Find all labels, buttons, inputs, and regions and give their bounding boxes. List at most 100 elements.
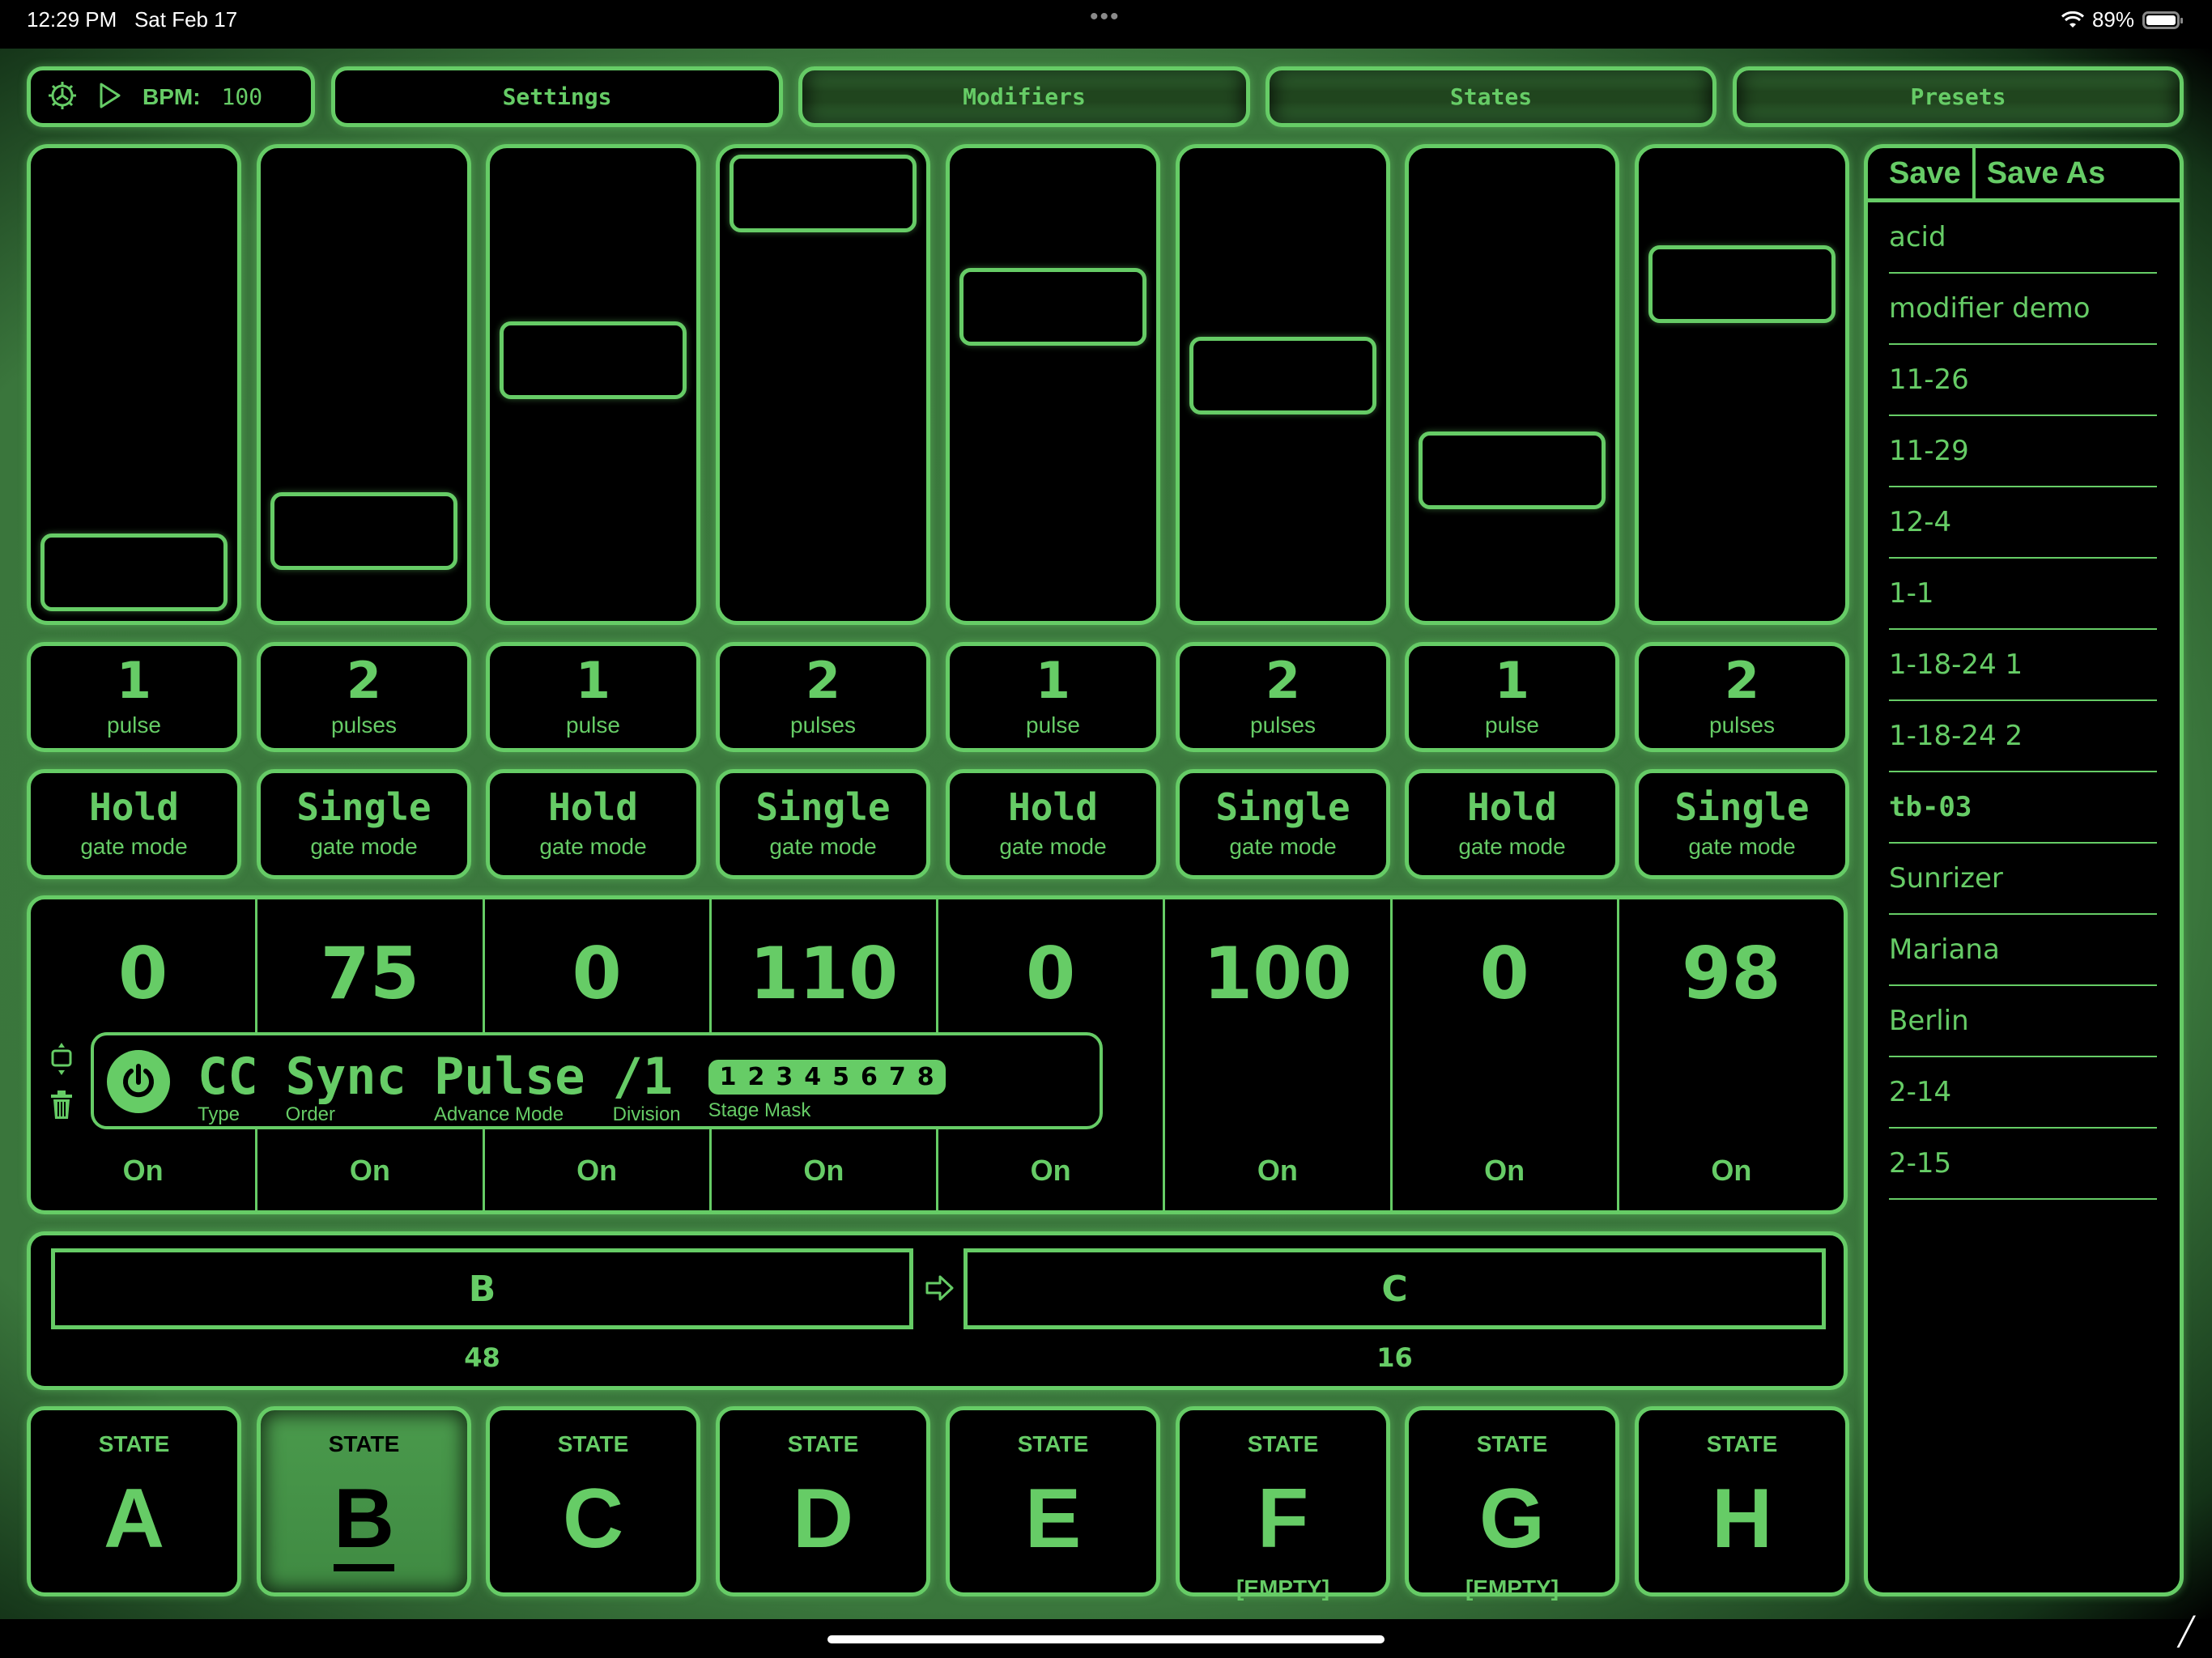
stage-mask-toggles[interactable]: 12345678 xyxy=(708,1060,946,1095)
preset-item[interactable]: 1-18-24 2 xyxy=(1889,701,2157,772)
stage-pulse-count[interactable]: 2 pulses xyxy=(1176,642,1390,752)
stage-slider-track[interactable] xyxy=(716,144,930,625)
preset-item[interactable]: tb-03 xyxy=(1889,772,2157,844)
preset-item[interactable]: 11-29 xyxy=(1889,416,2157,487)
tab-modifiers[interactable]: Modifiers xyxy=(798,66,1250,127)
stage-status[interactable]: On xyxy=(31,1154,255,1188)
stage-slider-thumb[interactable] xyxy=(1648,245,1836,323)
state-button-a[interactable]: STATE A xyxy=(27,1406,241,1596)
modifier-row[interactable]: CC Type Sync Order Pulse Advance Mode /1 Div… xyxy=(91,1032,1103,1129)
stage-status[interactable]: On xyxy=(1619,1154,1844,1188)
preset-item[interactable]: Berlin xyxy=(1889,986,2157,1057)
preset-item[interactable]: modifier demo xyxy=(1889,274,2157,345)
modifier-division[interactable]: /1 Division xyxy=(613,1052,681,1126)
preset-item[interactable]: 1-1 xyxy=(1889,559,2157,630)
stage-pulse-count[interactable]: 1 pulse xyxy=(1405,642,1619,752)
save-as-button[interactable]: Save As xyxy=(1976,148,2116,198)
stage-status[interactable]: On xyxy=(712,1154,936,1188)
sequence-to-state[interactable]: C xyxy=(963,1248,1826,1329)
stage-status[interactable]: On xyxy=(485,1154,709,1188)
stage-slider-track[interactable] xyxy=(486,144,700,625)
preset-item[interactable]: acid xyxy=(1889,202,2157,274)
stage-mask-toggle[interactable]: 3 xyxy=(776,1063,793,1091)
stage-mask-toggle[interactable]: 7 xyxy=(889,1063,906,1091)
stage-gate-mode[interactable]: Hold gate mode xyxy=(27,769,241,879)
state-button-f[interactable]: STATE F [EMPTY] xyxy=(1176,1406,1390,1601)
play-icon[interactable] xyxy=(99,83,121,112)
state-button-b[interactable]: STATE B xyxy=(257,1406,471,1596)
stage-gate-mode[interactable]: Single gate mode xyxy=(1176,769,1390,879)
stage-mask-toggle[interactable]: 4 xyxy=(804,1063,821,1091)
preset-item[interactable]: Mariana xyxy=(1889,915,2157,986)
stage-gate-mode[interactable]: Single gate mode xyxy=(716,769,930,879)
stage-gate-mode[interactable]: Single gate mode xyxy=(257,769,471,879)
modifier-type[interactable]: CC Type xyxy=(198,1052,258,1126)
pencil-icon[interactable]: ╱ xyxy=(2178,1616,2194,1648)
stage-gate-mode[interactable]: Single gate mode xyxy=(1635,769,1849,879)
home-indicator[interactable] xyxy=(827,1635,1385,1643)
stage-status[interactable]: On xyxy=(1393,1154,1617,1188)
tab-settings[interactable]: Settings xyxy=(331,66,783,127)
modifier-advance-mode[interactable]: Pulse Advance Mode xyxy=(434,1052,585,1126)
stage-value-column[interactable]: 98 On xyxy=(1619,899,1844,1210)
preset-item[interactable]: 11-26 xyxy=(1889,345,2157,416)
modifier-order-value: Sync xyxy=(285,1047,406,1106)
stage-slider-thumb[interactable] xyxy=(959,268,1146,346)
stage-slider-track[interactable] xyxy=(27,144,241,625)
stage-mask-toggle[interactable]: 5 xyxy=(832,1063,849,1091)
state-button-e[interactable]: STATE E xyxy=(946,1406,1160,1596)
stage-gate-mode[interactable]: Hold gate mode xyxy=(946,769,1160,879)
stage-gate-mode[interactable]: Hold gate mode xyxy=(1405,769,1619,879)
multitasking-dots-icon[interactable]: ••• xyxy=(1090,3,1121,31)
preset-item[interactable]: 2-15 xyxy=(1889,1129,2157,1200)
stage-pulse-count[interactable]: 1 pulse xyxy=(27,642,241,752)
stage-status[interactable]: On xyxy=(1165,1154,1389,1188)
stage-slider-thumb[interactable] xyxy=(500,321,687,399)
sequence-from-count[interactable]: 48 xyxy=(51,1342,913,1373)
stage-slider-thumb[interactable] xyxy=(730,155,917,232)
tab-states[interactable]: States xyxy=(1266,66,1716,127)
tab-presets[interactable]: Presets xyxy=(1733,66,2184,127)
stage-slider-thumb[interactable] xyxy=(1189,337,1376,414)
stage-mask-toggle[interactable]: 8 xyxy=(917,1063,934,1091)
stage-slider-track[interactable] xyxy=(1176,144,1390,625)
preset-item[interactable]: 12-4 xyxy=(1889,487,2157,559)
modifier-stage-mask[interactable]: 12345678 Stage Mask xyxy=(708,1053,946,1122)
state-button-d[interactable]: STATE D xyxy=(716,1406,930,1596)
modifier-power-button[interactable] xyxy=(107,1050,170,1113)
sequence-to-count[interactable]: 16 xyxy=(963,1342,1826,1373)
stage-pulse-count[interactable]: 1 pulse xyxy=(946,642,1160,752)
stage-pulse-count[interactable]: 2 pulses xyxy=(716,642,930,752)
stage-status[interactable]: On xyxy=(938,1154,1163,1188)
modifier-order[interactable]: Sync Order xyxy=(286,1052,406,1126)
stage-pulse-count[interactable]: 2 pulses xyxy=(257,642,471,752)
state-button-g[interactable]: STATE G [EMPTY] xyxy=(1405,1406,1619,1601)
stage-pulse-count[interactable]: 1 pulse xyxy=(486,642,700,752)
stage-mask-toggle[interactable]: 1 xyxy=(720,1063,737,1091)
state-button-h[interactable]: STATE H xyxy=(1635,1406,1849,1596)
stage-slider-track[interactable] xyxy=(1405,144,1619,625)
trash-icon[interactable] xyxy=(49,1090,74,1124)
preset-item[interactable]: 2-14 xyxy=(1889,1057,2157,1129)
stage-value-column[interactable]: 100 On xyxy=(1165,899,1393,1210)
state-button-c[interactable]: STATE C xyxy=(486,1406,700,1596)
stage-value-column[interactable]: 0 On xyxy=(1393,899,1619,1210)
stage-status[interactable]: On xyxy=(257,1154,482,1188)
stage-slider-thumb[interactable] xyxy=(40,534,228,611)
stage-mask-toggle[interactable]: 2 xyxy=(748,1063,765,1091)
settings-gear-icon[interactable] xyxy=(47,80,78,114)
stage-mask-toggle[interactable]: 6 xyxy=(861,1063,878,1091)
stage-slider-track[interactable] xyxy=(946,144,1160,625)
bpm-value[interactable]: 100 xyxy=(222,83,263,110)
preset-item[interactable]: 1-18-24 1 xyxy=(1889,630,2157,701)
stage-slider-thumb[interactable] xyxy=(1419,432,1606,509)
sequence-from-state[interactable]: B xyxy=(51,1248,913,1329)
preset-item[interactable]: Sunrizer xyxy=(1889,844,2157,915)
move-modifier-icon[interactable] xyxy=(49,1043,74,1078)
save-button[interactable]: Save xyxy=(1868,148,1976,198)
stage-slider-thumb[interactable] xyxy=(270,492,457,570)
stage-gate-mode[interactable]: Hold gate mode xyxy=(486,769,700,879)
stage-slider-track[interactable] xyxy=(257,144,471,625)
stage-pulse-count[interactable]: 2 pulses xyxy=(1635,642,1849,752)
stage-slider-track[interactable] xyxy=(1635,144,1849,625)
